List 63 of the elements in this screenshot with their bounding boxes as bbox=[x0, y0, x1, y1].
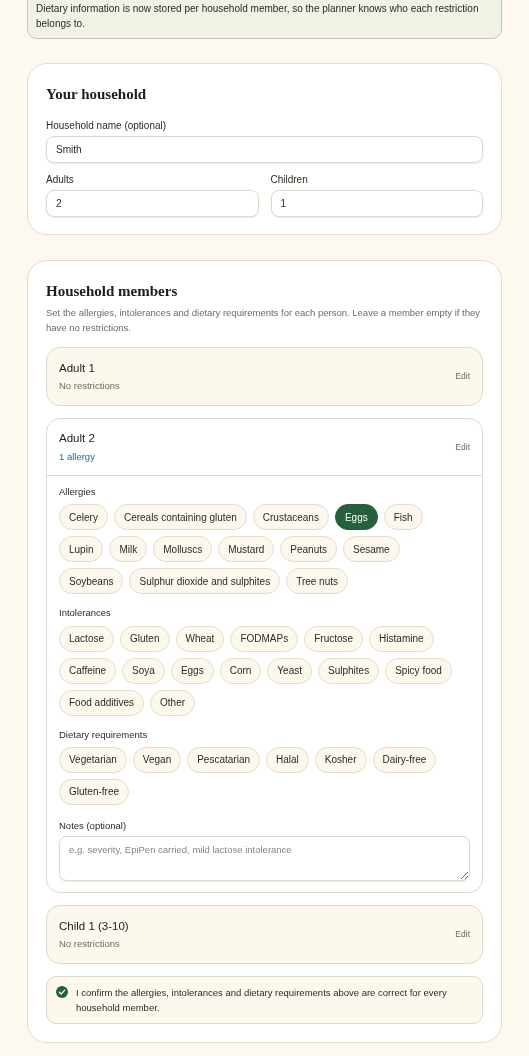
option-chip[interactable]: Pescatarian bbox=[187, 746, 260, 773]
edit-button[interactable]: Edit bbox=[455, 440, 470, 454]
option-chip[interactable]: Other bbox=[150, 689, 196, 716]
option-chip[interactable]: Soybeans bbox=[59, 568, 124, 595]
member-summary: 1 allergy bbox=[59, 449, 95, 464]
option-chip[interactable]: Soya bbox=[122, 657, 165, 684]
member-name: Adult 2 bbox=[59, 431, 95, 447]
option-chip[interactable]: Spicy food bbox=[385, 657, 452, 684]
section-title: Your household bbox=[46, 85, 148, 104]
option-chip[interactable]: FODMAPs bbox=[230, 625, 299, 652]
section-title: Household members bbox=[46, 281, 179, 301]
input-field[interactable]: Smith bbox=[46, 135, 483, 163]
option-chip[interactable]: Corn bbox=[219, 657, 262, 684]
option-chip[interactable]: Yeast bbox=[267, 657, 312, 684]
member-summary: No restrictions bbox=[59, 937, 121, 951]
edit-button[interactable]: Edit bbox=[455, 370, 470, 383]
member-summary: No restrictions bbox=[59, 379, 120, 393]
field-label: Children bbox=[270, 172, 309, 187]
option-chip[interactable]: Fructose bbox=[304, 625, 364, 652]
option-chip[interactable]: Gluten-free bbox=[59, 778, 130, 805]
input-field[interactable]: 1 bbox=[270, 189, 483, 217]
check-icon bbox=[58, 988, 66, 996]
option-chip[interactable]: Tree nuts bbox=[286, 568, 348, 595]
option-chip[interactable]: Cereals containing gluten bbox=[113, 504, 247, 531]
option-chip[interactable]: Mustard bbox=[218, 536, 275, 563]
option-chip[interactable]: Crustaceans bbox=[252, 504, 329, 531]
section-description: Set the allergies, intolerances and dietary requirements for each person. Leave a member empty if they have no restrictions. bbox=[46, 306, 482, 335]
option-chip[interactable]: Lupin bbox=[59, 536, 104, 563]
member-name: Adult 1 bbox=[59, 360, 96, 376]
group-label: Dietary requirements bbox=[59, 727, 149, 742]
option-chip[interactable]: Sulphites bbox=[318, 657, 380, 684]
option-chip[interactable]: Dairy-free bbox=[372, 746, 437, 773]
option-chip[interactable]: Halal bbox=[266, 746, 309, 773]
option-chip[interactable]: Food additives bbox=[59, 689, 145, 716]
option-chip[interactable]: Fish bbox=[383, 504, 423, 531]
input-field[interactable]: 2 bbox=[46, 189, 259, 217]
option-chip[interactable]: Histamine bbox=[369, 625, 434, 652]
field-label: Notes (optional) bbox=[59, 818, 128, 833]
option-chip[interactable]: Molluscs bbox=[153, 536, 213, 563]
member-name: Child 1 (3-10) bbox=[59, 918, 129, 934]
option-chip[interactable]: Celery bbox=[59, 504, 108, 531]
option-chip[interactable]: Vegan bbox=[132, 746, 182, 773]
option-chip[interactable]: Milk bbox=[109, 536, 148, 563]
notes-field[interactable]: e.g. severity, EpiPen carried, mild lactose intolerance bbox=[59, 836, 470, 881]
option-chip[interactable]: Lactose bbox=[59, 625, 115, 652]
option-chip[interactable]: Eggs bbox=[170, 657, 214, 684]
group-label: Intolerances bbox=[59, 606, 112, 621]
option-chip[interactable]: Vegetarian bbox=[59, 746, 127, 773]
option-chip[interactable]: Wheat bbox=[175, 625, 225, 652]
notice-text: Dietary information is now stored per household member, so the planner knows who each restriction belongs to. bbox=[36, 2, 480, 31]
confirm-text: I confirm the allergies, intolerances and dietary requirements above are correct for every household member. bbox=[76, 986, 448, 1015]
group-label: Allergies bbox=[59, 485, 97, 499]
field-label: Household name (optional) bbox=[46, 118, 168, 133]
option-chip[interactable]: Caffeine bbox=[59, 657, 117, 684]
option-chip[interactable]: Eggs bbox=[334, 504, 378, 531]
edit-button[interactable]: Edit bbox=[455, 928, 470, 941]
checkbox[interactable] bbox=[56, 986, 68, 998]
option-chip[interactable]: Sesame bbox=[343, 536, 400, 563]
option-chip[interactable]: Gluten bbox=[120, 625, 170, 652]
option-chip[interactable]: Sulphur dioxide and sulphites bbox=[129, 568, 281, 595]
option-chip[interactable]: Peanuts bbox=[280, 536, 337, 563]
option-chip[interactable]: Kosher bbox=[314, 746, 367, 773]
field-label: Adults bbox=[46, 172, 75, 187]
